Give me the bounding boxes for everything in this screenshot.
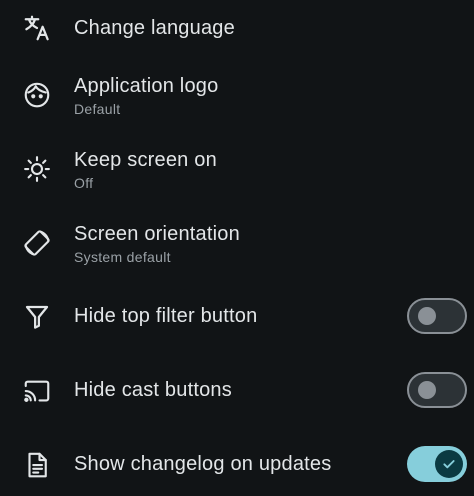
setting-title: Keep screen on [74,149,217,171]
show-changelog-toggle[interactable] [407,446,467,482]
setting-title: Screen orientation [74,223,240,245]
setting-title: Show changelog on updates [74,453,332,475]
toggle-knob [435,450,463,478]
toggle-knob [418,307,436,325]
setting-hide-top-filter-button[interactable]: Hide top filter button [0,286,474,350]
setting-title: Change language [74,17,235,39]
toggle-knob [418,381,436,399]
setting-title: Hide top filter button [74,305,258,327]
setting-application-logo[interactable]: Application logo Default [0,64,474,128]
setting-subtitle: System default [74,249,171,265]
setting-screen-orientation[interactable]: Screen orientation System default [0,212,474,276]
filter-icon [20,300,54,334]
changelog-icon [20,448,54,482]
screen-rotation-icon [20,226,54,260]
setting-title: Hide cast buttons [74,379,232,401]
setting-change-language[interactable]: Change language [0,0,474,64]
hide-cast-buttons-toggle[interactable] [407,372,467,408]
hide-top-filter-toggle[interactable] [407,298,467,334]
translate-icon [20,11,54,45]
cast-icon [20,374,54,408]
setting-keep-screen-on[interactable]: Keep screen on Off [0,138,474,202]
check-icon [443,460,455,469]
app-logo-icon [20,78,54,112]
brightness-icon [20,152,54,186]
setting-subtitle: Off [74,175,94,191]
setting-hide-cast-buttons[interactable]: Hide cast buttons [0,360,474,424]
setting-title: Application logo [74,75,219,97]
setting-show-changelog[interactable]: Show changelog on updates [0,434,474,496]
setting-subtitle: Default [74,101,121,117]
